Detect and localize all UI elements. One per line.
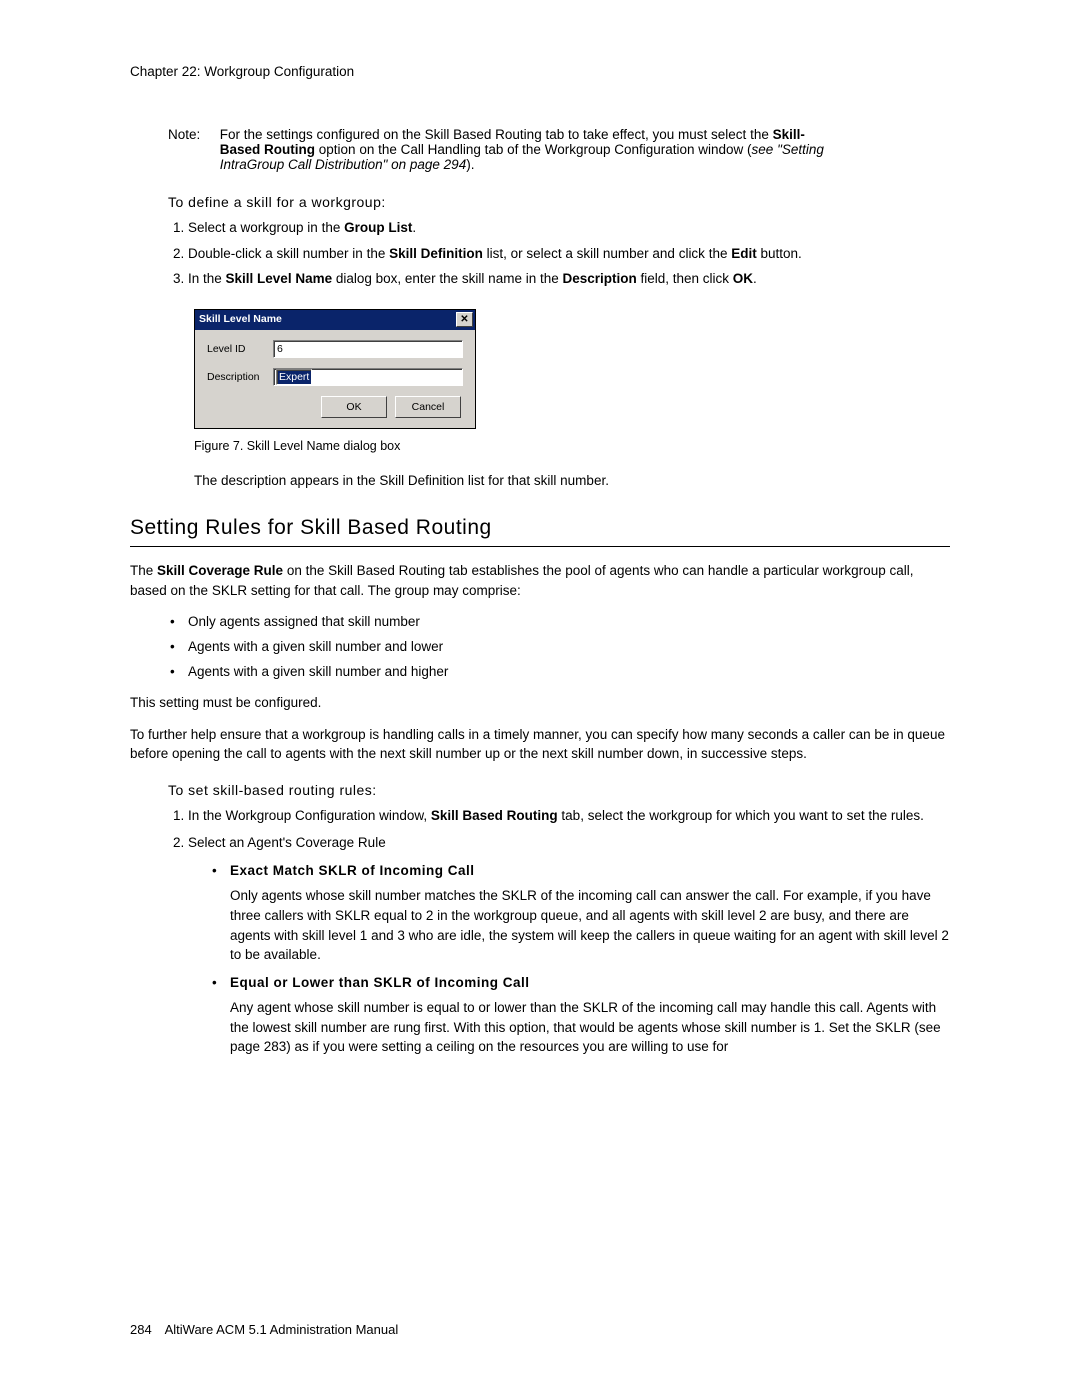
description-field[interactable]: Expert bbox=[273, 368, 463, 386]
define-step-3: In the Skill Level Name dialog box, ente… bbox=[188, 269, 950, 289]
level-id-field[interactable]: 6 bbox=[273, 340, 463, 358]
note-text-suffix: ). bbox=[466, 157, 474, 172]
further-help-paragraph: To further help ensure that a workgroup … bbox=[130, 725, 950, 764]
must-configure-paragraph: This setting must be configured. bbox=[130, 693, 950, 713]
note-text-mid: option on the Call Handling tab of the W… bbox=[315, 142, 752, 157]
t: . bbox=[412, 220, 416, 235]
dialog-buttons: OK Cancel bbox=[207, 396, 463, 418]
t: Skill Coverage Rule bbox=[157, 563, 283, 578]
note-label: Note: bbox=[168, 127, 216, 142]
coverage-bullet-1: Only agents assigned that skill number bbox=[170, 612, 950, 632]
t: dialog box, enter the skill name in the bbox=[332, 271, 562, 286]
page-number: 284 bbox=[130, 1322, 152, 1337]
note-text-prefix: For the settings configured on the Skill… bbox=[220, 127, 773, 142]
note-body: For the settings configured on the Skill… bbox=[220, 127, 840, 172]
description-value: Expert bbox=[276, 369, 312, 385]
t: Edit bbox=[731, 246, 757, 261]
t: Select an Agent's Coverage Rule bbox=[188, 835, 386, 850]
manual-title: AltiWare ACM 5.1 Administration Manual bbox=[165, 1322, 399, 1337]
page-footer: 284 AltiWare ACM 5.1 Administration Manu… bbox=[130, 1322, 398, 1337]
chapter-header: Chapter 22: Workgroup Configuration bbox=[130, 64, 950, 79]
description-label: Description bbox=[207, 371, 273, 383]
option-body: Only agents whose skill number matches t… bbox=[230, 886, 950, 964]
coverage-bullet-3: Agents with a given skill number and hig… bbox=[170, 662, 950, 682]
document-page: Chapter 22: Workgroup Configuration Note… bbox=[0, 0, 1080, 1397]
dialog-body: Level ID 6 Description Expert OK Cancel bbox=[195, 330, 475, 428]
coverage-rule-equal-or-lower: Equal or Lower than SKLR of Incoming Cal… bbox=[212, 973, 950, 1057]
set-rules-steps: In the Workgroup Configuration window, S… bbox=[168, 806, 950, 1057]
t: OK bbox=[733, 271, 753, 286]
section-rule bbox=[130, 546, 950, 547]
level-id-label: Level ID bbox=[207, 343, 273, 355]
define-step-2: Double-click a skill number in the Skill… bbox=[188, 244, 950, 264]
level-id-row: Level ID 6 bbox=[207, 340, 463, 358]
coverage-bullets: Only agents assigned that skill number A… bbox=[170, 612, 950, 681]
post-figure-paragraph: The description appears in the Skill Def… bbox=[194, 471, 950, 491]
t: Skill Level Name bbox=[226, 271, 333, 286]
t: The bbox=[130, 563, 157, 578]
coverage-bullet-2: Agents with a given skill number and low… bbox=[170, 637, 950, 657]
coverage-rule-options: Exact Match SKLR of Incoming Call Only a… bbox=[212, 861, 950, 1057]
define-step-1: Select a workgroup in the Group List. bbox=[188, 218, 950, 238]
t: Skill Definition bbox=[389, 246, 483, 261]
option-body: Any agent whose skill number is equal to… bbox=[230, 998, 950, 1057]
skill-level-name-dialog: Skill Level Name ✕ Level ID 6 Descriptio… bbox=[194, 309, 476, 429]
t: . bbox=[753, 271, 757, 286]
t: Skill Based Routing bbox=[431, 808, 558, 823]
section-heading-setting-rules: Setting Rules for Skill Based Routing bbox=[130, 516, 950, 540]
t: Select a workgroup in the bbox=[188, 220, 344, 235]
subhead-define-skill: To define a skill for a workgroup: bbox=[168, 194, 950, 210]
skill-level-name-dialog-figure: Skill Level Name ✕ Level ID 6 Descriptio… bbox=[194, 309, 950, 429]
t: Description bbox=[562, 271, 636, 286]
t: In the Workgroup Configuration window, bbox=[188, 808, 431, 823]
figure-caption: Figure 7. Skill Level Name dialog box bbox=[194, 439, 950, 453]
rule-step-1: In the Workgroup Configuration window, S… bbox=[188, 806, 950, 826]
dialog-titlebar[interactable]: Skill Level Name ✕ bbox=[195, 310, 475, 330]
t: list, or select a skill number and click… bbox=[483, 246, 731, 261]
option-title: Exact Match SKLR of Incoming Call bbox=[230, 863, 475, 878]
subhead-set-rules: To set skill-based routing rules: bbox=[168, 782, 950, 798]
ok-button[interactable]: OK bbox=[321, 396, 387, 418]
t: button. bbox=[757, 246, 802, 261]
coverage-rule-exact-match: Exact Match SKLR of Incoming Call Only a… bbox=[212, 861, 950, 965]
rule-step-2: Select an Agent's Coverage Rule Exact Ma… bbox=[188, 833, 950, 1057]
t: field, then click bbox=[637, 271, 733, 286]
cancel-button[interactable]: Cancel bbox=[395, 396, 461, 418]
close-icon[interactable]: ✕ bbox=[456, 312, 473, 327]
t: Group List bbox=[344, 220, 412, 235]
note-block: Note: For the settings configured on the… bbox=[168, 127, 950, 172]
coverage-paragraph: The Skill Coverage Rule on the Skill Bas… bbox=[130, 561, 950, 600]
t: In the bbox=[188, 271, 226, 286]
description-row: Description Expert bbox=[207, 368, 463, 386]
define-skill-steps: Select a workgroup in the Group List. Do… bbox=[168, 218, 950, 289]
t: tab, select the workgroup for which you … bbox=[558, 808, 924, 823]
option-title: Equal or Lower than SKLR of Incoming Cal… bbox=[230, 975, 530, 990]
dialog-title: Skill Level Name bbox=[199, 313, 282, 325]
t: Double-click a skill number in the bbox=[188, 246, 389, 261]
